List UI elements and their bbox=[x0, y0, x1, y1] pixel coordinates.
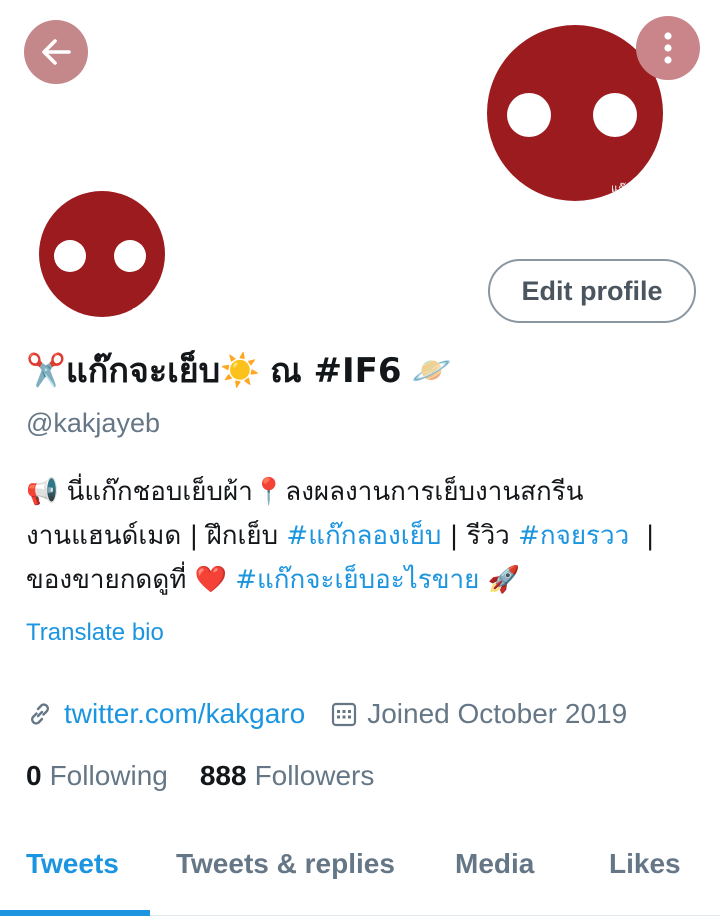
followers-link[interactable]: 888 Followers bbox=[200, 760, 375, 792]
scissors-emoji: ✂️ bbox=[26, 351, 66, 389]
profile-bio: 📢 นี่แก๊กชอบเย็บผ้า📍ลงผลงานการเย็บงานสกร… bbox=[26, 470, 706, 602]
bio-text: ลงผลงานการเย็บงานสกรีน bbox=[285, 477, 584, 507]
bio-line-1: 📢 นี่แก๊กชอบเย็บผ้า📍ลงผลงานการเย็บงานสกร… bbox=[26, 470, 706, 514]
arrow-left-icon bbox=[42, 39, 71, 65]
joined-date: Joined October 2019 bbox=[367, 698, 628, 729]
megaphone-emoji: 📢 bbox=[26, 477, 59, 507]
rocket-emoji: 🚀 bbox=[487, 565, 520, 595]
bio-text: นี่แก๊กชอบเย็บผ้า bbox=[66, 477, 253, 507]
profile-banner[interactable]: แก๊กจะเย็บ bbox=[0, 0, 720, 215]
profile-tabs: Tweets Tweets & replies Media Likes bbox=[0, 828, 720, 920]
website-link[interactable]: twitter.com/kakgaro bbox=[64, 698, 305, 730]
planet-emoji: 🪐 bbox=[411, 351, 452, 389]
following-link[interactable]: 0 Following bbox=[26, 760, 168, 792]
follow-stats: 0 Following 888 Followers bbox=[26, 756, 374, 796]
translate-bio-link[interactable]: Translate bio bbox=[26, 619, 164, 647]
sun-emoji: ☀️ bbox=[220, 351, 261, 389]
edit-profile-button[interactable]: Edit profile bbox=[488, 259, 696, 323]
hashtag-link[interactable]: #แก๊กจะเย็บอะไรขาย bbox=[235, 565, 479, 595]
active-tab-indicator bbox=[0, 910, 150, 916]
bio-text: | รีวิว bbox=[449, 521, 510, 551]
display-name-part2: ณ #IF6 bbox=[270, 351, 402, 391]
following-label: Following bbox=[49, 760, 168, 791]
bio-line-2: งานแฮนด์เมด | ฝึกเย็บ #แก๊กลองเย็บ | รีว… bbox=[26, 514, 706, 558]
tab-tweets[interactable]: Tweets bbox=[26, 848, 119, 880]
followers-label: Followers bbox=[254, 760, 375, 791]
more-options-button[interactable] bbox=[636, 16, 700, 80]
display-name: ✂️ แก๊กจะเย็บ ☀️ ณ #IF6 🪐 bbox=[26, 344, 451, 396]
heart-emoji: ❤️ bbox=[194, 565, 227, 595]
bio-text: | bbox=[645, 521, 655, 551]
profile-meta: twitter.com/kakgaro Joined October 2019 bbox=[26, 692, 627, 736]
bio-line-3: ของขายกดดูที่ ❤️ #แก๊กจะเย็บอะไรขาย 🚀 bbox=[26, 558, 706, 602]
link-icon bbox=[31, 703, 49, 725]
followers-count: 888 bbox=[199, 760, 247, 791]
avatar-signature: mou bbox=[132, 306, 148, 314]
avatar[interactable]: mou bbox=[36, 188, 168, 320]
hashtag-link[interactable]: #กจยรวว bbox=[518, 521, 629, 551]
banner-signature: แก๊กจะเย็บ bbox=[611, 181, 661, 195]
tab-tweets-replies[interactable]: Tweets & replies bbox=[176, 848, 395, 880]
tab-media[interactable]: Media bbox=[455, 848, 534, 880]
more-vertical-icon bbox=[664, 32, 672, 64]
display-name-part1: แก๊กจะเย็บ bbox=[65, 351, 221, 391]
bio-text: ของขายกดดูที่ bbox=[26, 565, 187, 595]
back-button[interactable] bbox=[24, 20, 88, 84]
tab-likes[interactable]: Likes bbox=[609, 848, 681, 880]
pin-emoji: 📍 bbox=[252, 477, 286, 507]
bio-text: งานแฮนด์เมด | ฝึกเย็บ bbox=[26, 521, 279, 551]
following-count: 0 bbox=[26, 760, 42, 791]
hashtag-link[interactable]: #แก๊กลองเย็บ bbox=[286, 521, 441, 551]
user-handle: @kakjayeb bbox=[26, 408, 160, 438]
calendar-icon bbox=[332, 702, 357, 727]
